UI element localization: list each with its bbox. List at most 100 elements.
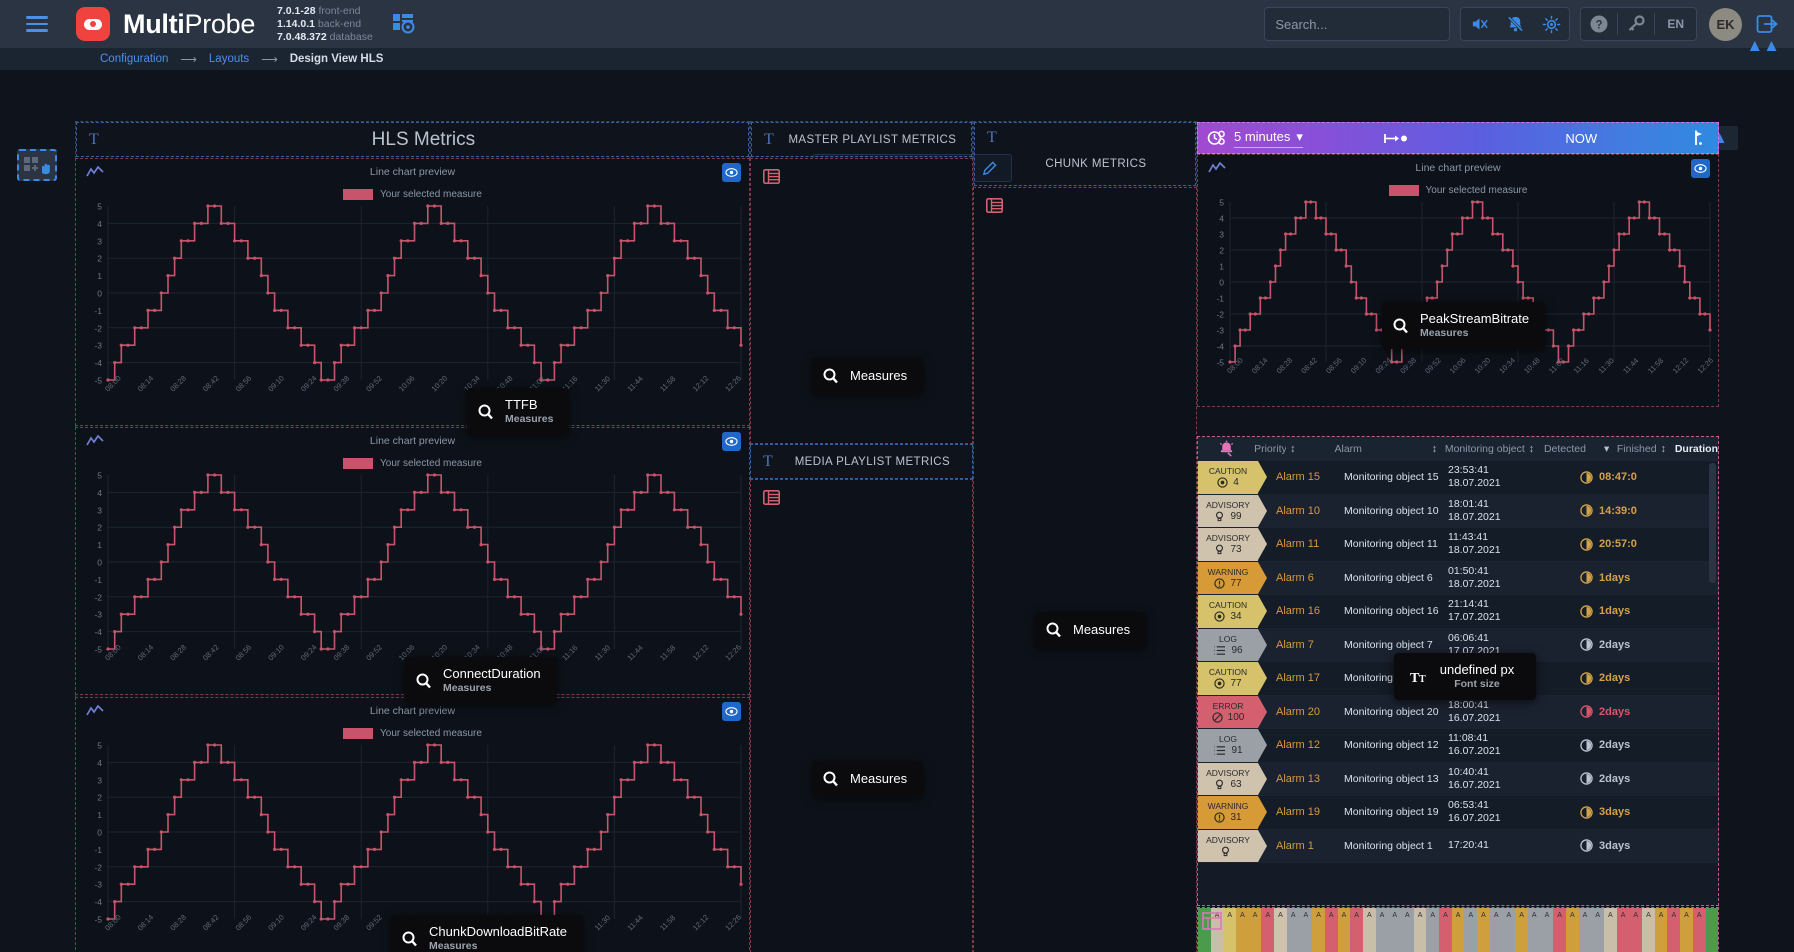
- sort-icon-alarm[interactable]: ↕: [1432, 443, 1445, 455]
- table-row[interactable]: ADVISORY Alarm 1 Monitoring object 1 17:…: [1198, 829, 1718, 863]
- table-row[interactable]: WARNING 77 Alarm 6 Monitoring object 6 0…: [1198, 561, 1718, 595]
- add-widget-drag-icon[interactable]: [17, 149, 57, 181]
- time-settings-icon[interactable]: [1198, 129, 1234, 148]
- collapse-header-icon[interactable]: ▲▲: [1746, 36, 1780, 56]
- chart-card-connectduration[interactable]: Line chart preview Your selected measure…: [75, 427, 750, 695]
- timeline-segment[interactable]: A: [1324, 908, 1338, 952]
- dashboard-grid-icon[interactable]: [389, 10, 417, 38]
- alarm-name-cell[interactable]: Alarm 10: [1258, 495, 1344, 528]
- timeline-segment[interactable]: A: [1642, 908, 1655, 952]
- alarm-column-priority[interactable]: Priority ↕: [1254, 443, 1334, 455]
- timeline-segment[interactable]: A: [1451, 908, 1465, 952]
- timeline-segment[interactable]: A: [1527, 908, 1541, 952]
- timeline-segment[interactable]: A: [1553, 908, 1566, 952]
- search-input[interactable]: [1265, 16, 1462, 32]
- timeline-segment[interactable]: A: [1426, 908, 1440, 952]
- alarm-column-duration[interactable]: Duration: [1675, 443, 1718, 455]
- table-row[interactable]: WARNING 31 Alarm 19 Monitoring object 19…: [1198, 796, 1718, 830]
- time-anchor-icon[interactable]: [1674, 129, 1718, 147]
- measure-card-peakstreambitrate[interactable]: PeakStreamBitrate Measures: [1382, 302, 1546, 350]
- alarm-name-cell[interactable]: Alarm 11: [1258, 528, 1344, 561]
- panel-media-playlist-title-bar[interactable]: T MEDIA PLAYLIST METRICS: [750, 444, 973, 479]
- table-row[interactable]: ADVISORY 99 Alarm 10 Monitoring object 1…: [1198, 494, 1718, 528]
- timeline-segment[interactable]: A: [1578, 908, 1592, 952]
- help-icon[interactable]: ?: [1581, 8, 1617, 40]
- alarm-name-cell[interactable]: Alarm 7: [1258, 629, 1344, 662]
- measure-card-ttfb[interactable]: TTFB Measures: [467, 388, 570, 436]
- chart-visibility-icon-1[interactable]: [722, 163, 741, 182]
- alarm-name-cell[interactable]: Alarm 19: [1258, 796, 1344, 829]
- alarm-column-finished[interactable]: Finished ↕: [1617, 443, 1675, 455]
- panel-chunk-metrics-title-bar[interactable]: T CHUNK METRICS: [974, 122, 1196, 186]
- chart-card-chunkdownloadbitrate[interactable]: Line chart preview Your selected measure…: [75, 697, 750, 952]
- measure-card-connectduration[interactable]: ConnectDuration Measures: [405, 657, 557, 705]
- alarm-name-cell[interactable]: Alarm 16: [1258, 595, 1344, 628]
- timeline-segment[interactable]: A: [1312, 908, 1325, 952]
- timeline-segment[interactable]: A: [1261, 908, 1275, 952]
- timeline-segment[interactable]: A: [1565, 908, 1579, 952]
- timeline-segment[interactable]: A: [1375, 908, 1389, 952]
- measure-card-chunkdownloadbitrate[interactable]: ChunkDownloadBitRate Measures: [391, 915, 584, 952]
- alarm-name-cell[interactable]: Alarm 13: [1258, 763, 1344, 796]
- sort-desc-icon-detected[interactable]: ▾: [1604, 443, 1609, 455]
- timeline-segment[interactable]: A: [1604, 908, 1617, 952]
- timeline-segment[interactable]: A: [1692, 908, 1706, 952]
- alarm-column-alarm[interactable]: Alarm: [1335, 443, 1432, 455]
- measure-card-media-playlist[interactable]: Measures: [812, 761, 924, 797]
- timeline-segment[interactable]: A: [1274, 908, 1287, 952]
- table-row[interactable]: CAUTION 34 Alarm 16 Monitoring object 16…: [1198, 595, 1718, 629]
- timeline-segment[interactable]: A: [1299, 908, 1313, 952]
- logout-icon[interactable]: [1756, 14, 1778, 34]
- alarm-name-cell[interactable]: Alarm 1: [1258, 830, 1344, 863]
- language-selector[interactable]: EN: [1655, 17, 1696, 31]
- timeline-segment[interactable]: A: [1667, 908, 1681, 952]
- timeline-segment[interactable]: A: [1502, 908, 1516, 952]
- table-row[interactable]: ADVISORY 63 Alarm 13 Monitoring object 1…: [1198, 762, 1718, 796]
- table-row[interactable]: ADVISORY 73 Alarm 11 Monitoring object 1…: [1198, 528, 1718, 562]
- time-range-selector[interactable]: 5 minutes ▾ NOW: [1197, 122, 1719, 154]
- timeline-segment[interactable]: A: [1223, 908, 1237, 952]
- time-range-dropdown[interactable]: 5 minutes ▾: [1234, 129, 1303, 148]
- timeline-segment[interactable]: A: [1439, 908, 1452, 952]
- sort-icon-finished[interactable]: ↕: [1661, 443, 1666, 455]
- timeline-segment[interactable]: A: [1236, 908, 1249, 952]
- breadcrumb-item-configuration[interactable]: Configuration: [100, 53, 168, 65]
- timeline-segment[interactable]: A: [1654, 908, 1668, 952]
- breadcrumb-item-layouts[interactable]: Layouts: [209, 53, 249, 65]
- timeline-segment[interactable]: A: [1591, 908, 1604, 952]
- table-row[interactable]: ERROR 100 Alarm 20 Monitoring object 20 …: [1198, 695, 1718, 729]
- timeline-segment[interactable]: A: [1362, 908, 1376, 952]
- table-widget-chunk-metrics[interactable]: [973, 187, 1197, 952]
- alarm-column-detected[interactable]: Detected ▾: [1544, 443, 1617, 455]
- chart-visibility-icon-3[interactable]: [722, 702, 741, 721]
- timeline-segment[interactable]: A: [1464, 908, 1478, 952]
- timeline-segment[interactable]: A: [1337, 908, 1351, 952]
- chart-card-peakstreambitrate[interactable]: Line chart preview Your selected measure…: [1197, 154, 1719, 407]
- search-box[interactable]: [1264, 7, 1479, 41]
- panel-master-playlist-title-bar[interactable]: T MASTER PLAYLIST METRICS: [751, 122, 972, 157]
- alarm-name-cell[interactable]: Alarm 12: [1258, 729, 1344, 762]
- table-widget-media-playlist[interactable]: [750, 479, 973, 952]
- timeline-segment[interactable]: A: [1248, 908, 1262, 952]
- timeline-segment[interactable]: [1705, 908, 1718, 952]
- avatar[interactable]: EK: [1709, 7, 1742, 41]
- chart-visibility-icon-2[interactable]: [722, 432, 741, 451]
- timeline-segment[interactable]: A: [1540, 908, 1554, 952]
- timeline-segment[interactable]: A: [1515, 908, 1528, 952]
- timeline-segment[interactable]: A: [1616, 908, 1630, 952]
- mute-notification-icon[interactable]: [1497, 8, 1533, 40]
- key-icon[interactable]: [1618, 8, 1654, 40]
- sort-icon-object[interactable]: ↕: [1529, 443, 1534, 455]
- alarm-timeline[interactable]: AAAAAAAAAAAAAAAAAAAAAAAAAAAAAAAAAAAAAAA …: [1197, 907, 1719, 952]
- live-dot-icon[interactable]: [1303, 133, 1489, 144]
- timeline-segment[interactable]: A: [1629, 908, 1643, 952]
- mute-sound-icon[interactable]: [1461, 8, 1497, 40]
- measure-card-chunk-metrics[interactable]: Measures: [1035, 612, 1147, 648]
- table-row[interactable]: CAUTION 4 Alarm 15 Monitoring object 15 …: [1198, 461, 1718, 495]
- sort-icon-priority[interactable]: ↕: [1290, 443, 1295, 455]
- alarm-name-cell[interactable]: Alarm 6: [1258, 562, 1344, 595]
- alarm-name-cell[interactable]: Alarm 17: [1258, 662, 1344, 695]
- measure-card-master-playlist[interactable]: Measures: [812, 358, 924, 394]
- timeline-segment[interactable]: A: [1489, 908, 1503, 952]
- timeline-segment[interactable]: A: [1413, 908, 1427, 952]
